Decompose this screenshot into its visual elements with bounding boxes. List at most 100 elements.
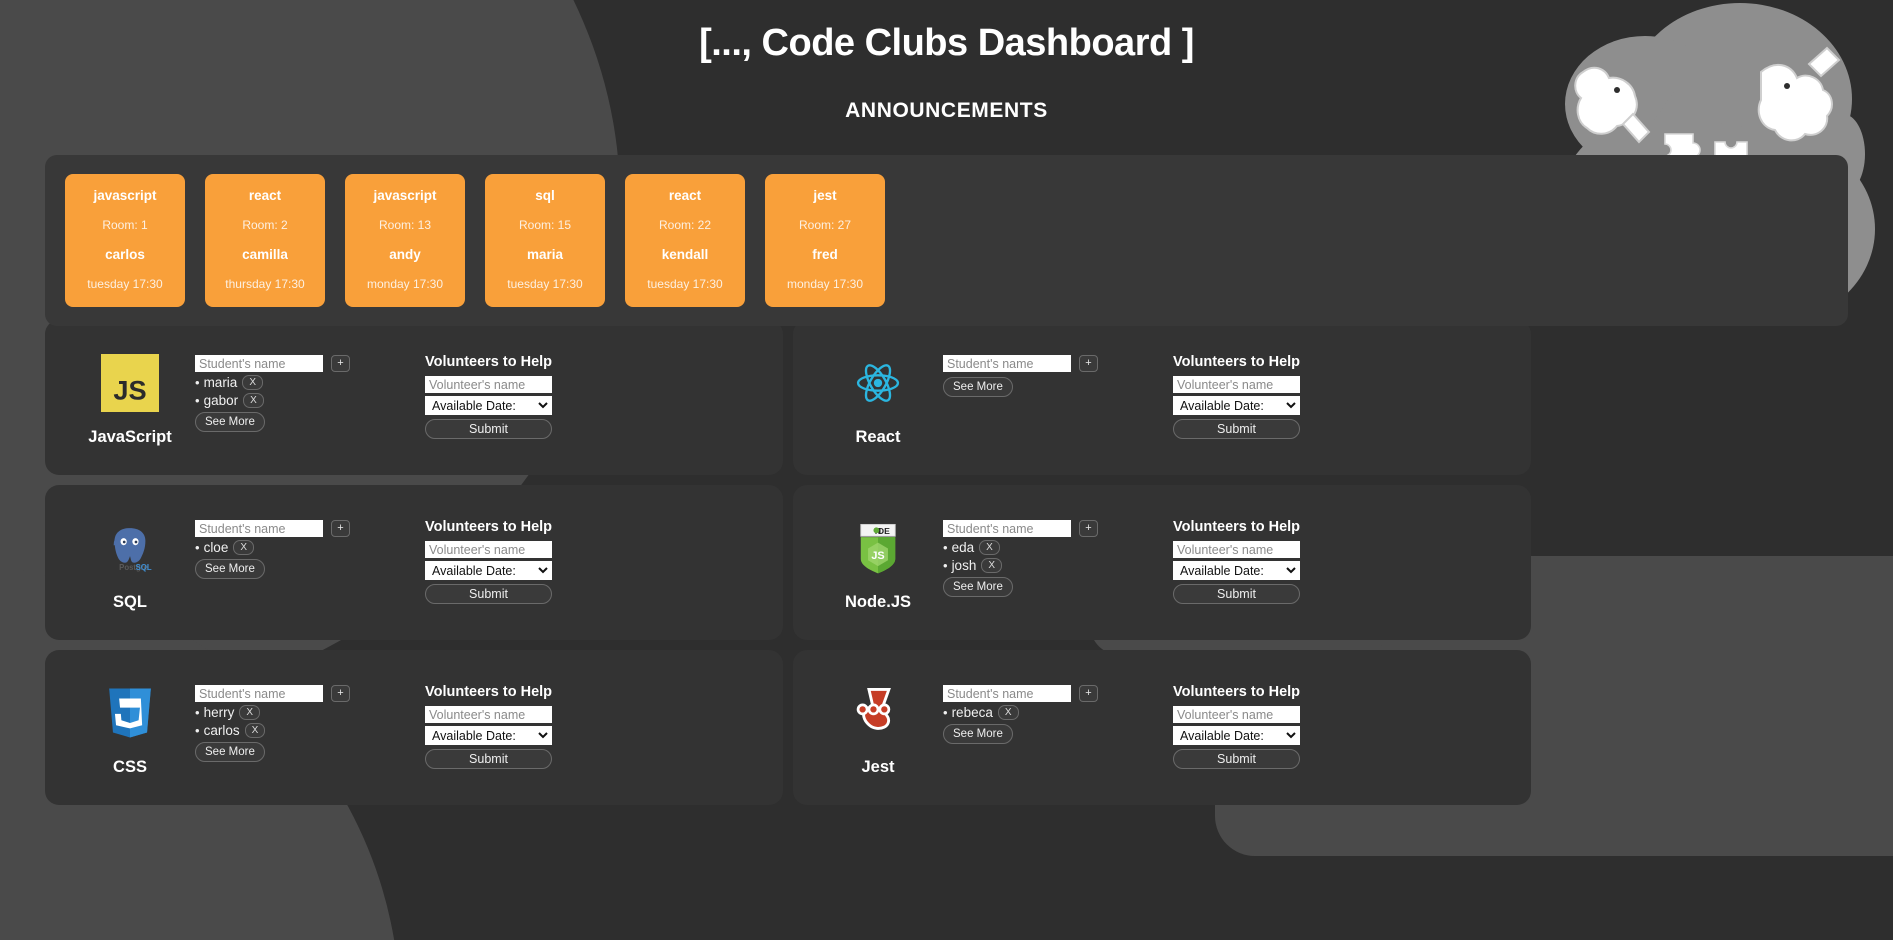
volunteers-title: Volunteers to Help xyxy=(1173,684,1301,700)
category-label: JavaScript xyxy=(88,428,172,446)
announcement-topic: javascript xyxy=(93,188,157,203)
add-student-row: + xyxy=(943,355,1173,372)
student-name: cloe xyxy=(203,540,229,555)
available-date-select[interactable]: Available Date: xyxy=(425,396,552,415)
category-card: Jest + •rebeca X See More Volunteers to Help A… xyxy=(793,650,1531,805)
bullet-icon: • xyxy=(943,558,948,573)
see-more-button[interactable]: See More xyxy=(195,742,265,762)
add-student-row: + xyxy=(195,355,425,372)
submit-button[interactable]: Submit xyxy=(425,419,552,439)
remove-student-button[interactable]: X xyxy=(233,540,254,555)
volunteer-name-input[interactable] xyxy=(1173,376,1300,393)
category-logo-column: JS JavaScript xyxy=(65,342,195,447)
svg-text:JS: JS xyxy=(113,374,146,405)
student-list-item: • rebeca X xyxy=(943,704,1173,721)
add-student-button[interactable]: + xyxy=(331,685,350,702)
remove-student-button[interactable]: X xyxy=(244,723,266,738)
available-date-select[interactable]: Available Date: xyxy=(1173,396,1300,415)
announcement-room: Room: 27 xyxy=(798,218,852,232)
volunteers-column: Volunteers to Help Available Date: Submit xyxy=(1173,342,1403,439)
category-label: Jest xyxy=(861,758,895,776)
category-card: CSS + •herry X •carlos X See More Volunteers to… xyxy=(45,650,783,805)
css3-logo xyxy=(101,684,159,742)
student-name-input[interactable] xyxy=(195,355,323,372)
add-student-button[interactable]: + xyxy=(1079,685,1098,702)
students-column: + •herry X •carlos X See More xyxy=(195,672,425,762)
add-student-button[interactable]: + xyxy=(1079,355,1098,372)
announcement-topic: javascript xyxy=(373,188,437,203)
volunteer-name-input[interactable] xyxy=(425,541,552,558)
see-more-button[interactable]: See More xyxy=(943,724,1013,744)
volunteer-name-input[interactable] xyxy=(425,706,552,723)
bullet-icon: • xyxy=(195,705,200,720)
remove-student-button[interactable]: X xyxy=(979,540,1000,555)
submit-button[interactable]: Submit xyxy=(1173,419,1300,439)
student-name: maria xyxy=(203,375,238,390)
announcement-time: tuesday 17:30 xyxy=(647,277,723,291)
add-student-button[interactable]: + xyxy=(1079,520,1098,537)
nodejs-logo: NDEJS xyxy=(849,519,907,577)
remove-student-button[interactable]: X xyxy=(243,393,264,408)
volunteers-title: Volunteers to Help xyxy=(1173,519,1301,535)
announcement-owner: camilla xyxy=(242,247,288,262)
remove-student-button[interactable]: X xyxy=(997,705,1019,720)
volunteer-name-input[interactable] xyxy=(425,376,552,393)
category-logo-column: React xyxy=(813,342,943,447)
student-name-input[interactable] xyxy=(195,685,323,702)
announcement-topic: react xyxy=(248,188,282,203)
submit-button[interactable]: Submit xyxy=(1173,584,1300,604)
available-date-select[interactable]: Available Date: xyxy=(1173,726,1300,745)
svg-text:DE: DE xyxy=(878,526,890,536)
volunteer-name-input[interactable] xyxy=(1173,706,1300,723)
student-name-input[interactable] xyxy=(943,520,1071,537)
student-name-input[interactable] xyxy=(195,520,323,537)
volunteers-column: Volunteers to Help Available Date: Submit xyxy=(1173,507,1403,604)
remove-student-button[interactable]: X xyxy=(981,558,1002,573)
announcement-time: tuesday 17:30 xyxy=(507,277,583,291)
see-more-button[interactable]: See More xyxy=(195,412,265,432)
announcement-card[interactable]: jest Room: 27 fred monday 17:30 xyxy=(765,174,885,307)
remove-student-button[interactable]: X xyxy=(242,375,263,390)
category-label: CSS xyxy=(113,758,147,776)
announcement-card[interactable]: javascript Room: 1 carlos tuesday 17:30 xyxy=(65,174,185,307)
volunteer-name-input[interactable] xyxy=(1173,541,1300,558)
submit-button[interactable]: Submit xyxy=(1173,749,1300,769)
student-name: herry xyxy=(203,705,235,720)
dashboard-root: [..., Code Clubs Dashboard ] ANNOUNCEMEN… xyxy=(0,0,1893,940)
see-more-button[interactable]: See More xyxy=(943,377,1013,397)
category-card: JSJavaScript+•mariaX•gaborXSee MoreVolun… xyxy=(45,320,783,475)
volunteers-title: Volunteers to Help xyxy=(425,684,553,700)
see-more-button[interactable]: See More xyxy=(195,559,265,579)
bullet-icon: • xyxy=(943,540,948,555)
category-card: PostgreSQLSQL+•cloeXSee MoreVolunteers t… xyxy=(45,485,783,640)
available-date-select[interactable]: Available Date: xyxy=(425,726,552,745)
announcement-card[interactable]: react Room: 22 kendall tuesday 17:30 xyxy=(625,174,745,307)
remove-student-button[interactable]: X xyxy=(239,705,260,720)
category-logo-column: CSS xyxy=(65,672,195,777)
student-name: rebeca xyxy=(951,705,993,720)
available-date-select[interactable]: Available Date: xyxy=(1173,561,1300,580)
postgresql-logo: Postgre SQL xyxy=(101,519,159,577)
student-list-item: • cloe X xyxy=(195,539,425,556)
volunteers-title: Volunteers to Help xyxy=(425,519,553,535)
available-date-select[interactable]: Available Date: xyxy=(425,561,552,580)
add-student-button[interactable]: + xyxy=(331,355,350,372)
announcement-card[interactable]: javascript Room: 13 andy monday 17:30 xyxy=(345,174,465,307)
volunteers-column: Volunteers to Help Available Date: Submit xyxy=(425,507,655,604)
bullet-icon: • xyxy=(943,705,948,720)
submit-button[interactable]: Submit xyxy=(425,749,552,769)
announcement-card[interactable]: sql Room: 15 maria tuesday 17:30 xyxy=(485,174,605,307)
student-name-input[interactable] xyxy=(943,685,1071,702)
category-label: Node.JS xyxy=(844,593,912,611)
bullet-icon: • xyxy=(195,375,200,390)
announcement-card[interactable]: react Room: 2 camilla thursday 17:30 xyxy=(205,174,325,307)
student-name-input[interactable] xyxy=(943,355,1071,372)
submit-button[interactable]: Submit xyxy=(425,584,552,604)
announcement-time: monday 17:30 xyxy=(366,277,444,291)
see-more-button[interactable]: See More xyxy=(943,577,1013,597)
page-header: [..., Code Clubs Dashboard ] ANNOUNCEMEN… xyxy=(0,0,1893,123)
page-title: [..., Code Clubs Dashboard ] xyxy=(699,22,1194,64)
add-student-button[interactable]: + xyxy=(331,520,350,537)
bullet-icon: • xyxy=(195,723,200,738)
announcement-topic: sql xyxy=(535,188,555,203)
